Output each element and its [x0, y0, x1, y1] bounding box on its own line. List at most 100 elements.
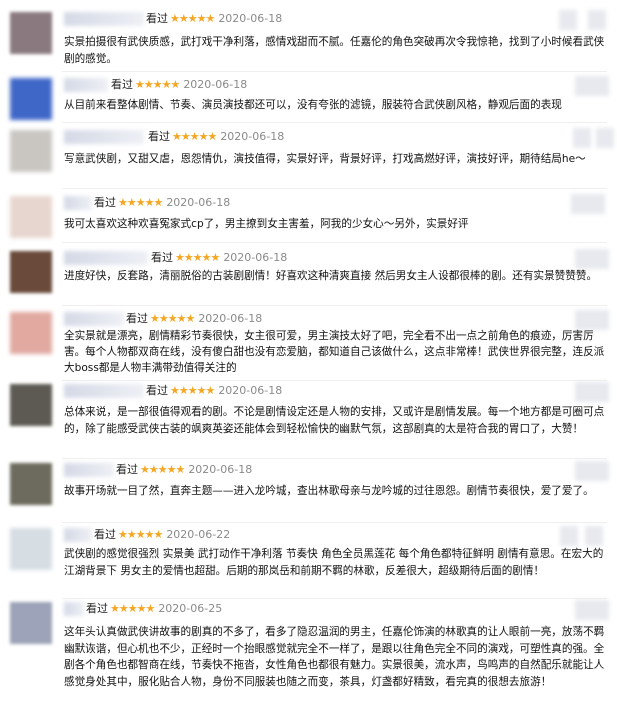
review-date: 2020-06-18: [218, 12, 283, 25]
like-button[interactable]: [575, 249, 609, 269]
review-text: 故事开场就一目了然，直奔主题——进入龙吟城，查出林歌母亲与龙吟城的过往恩怨。剧情…: [64, 485, 594, 497]
review-meta: 看过 ★★★★★ 2020-06-18: [146, 12, 282, 26]
seen-label: 看过: [146, 384, 168, 397]
more-button[interactable]: [596, 128, 614, 148]
review-item: 看过 ★★★★★ 2020-06-18 总体来说，是一部很值得观看的剧。不论是剧情设…: [0, 382, 617, 457]
rating-stars: ★★★★★: [175, 251, 220, 264]
divider: [62, 522, 607, 523]
review-date: 2020-06-18: [223, 251, 288, 264]
rating-stars: ★★★★★: [118, 196, 163, 209]
rating-stars: ★★★★★: [172, 130, 217, 143]
review-text: 武侠剧的感觉很强烈 实景美 武打动作干净利落 节奏快 角色全员黑莲花 每个角色都…: [64, 548, 604, 577]
like-button[interactable]: [573, 128, 591, 148]
seen-label: 看过: [86, 602, 108, 615]
username[interactable]: [64, 12, 144, 26]
username[interactable]: [64, 312, 124, 326]
review-text: 从目前来看整体剧情、节奏、演员演技都还可以，没有夸张的滤镜，服装符合武侠剧风格，…: [64, 99, 562, 111]
username[interactable]: [64, 602, 84, 616]
username[interactable]: [64, 196, 92, 210]
like-button[interactable]: [560, 526, 578, 546]
username[interactable]: [64, 78, 108, 92]
like-button[interactable]: [571, 194, 605, 214]
username[interactable]: [64, 384, 144, 398]
review-item: 看过 ★★★★★ 2020-06-18 故事开场就一目了然，直奔主题——进入龙吟城，…: [0, 461, 617, 521]
review-meta: 看过 ★★★★★ 2020-06-18: [151, 251, 287, 265]
avatar[interactable]: [10, 463, 52, 505]
seen-label: 看过: [94, 196, 116, 209]
like-button[interactable]: [575, 76, 609, 96]
review-date: 2020-06-18: [198, 312, 263, 325]
username[interactable]: [64, 130, 144, 144]
rating-stars: ★★★★★: [118, 528, 163, 541]
review-meta: 看过 ★★★★★ 2020-06-18: [94, 196, 230, 210]
review-item: 看过 ★★★★★ 2020-06-25 这年头认真做武侠讲故事的剧真的不多了，看多了…: [0, 600, 617, 718]
review-text: 实景拍摄很有武侠质感，武打戏干净利落，感情戏甜而不腻。任嘉伦的角色突破再次令我惊…: [64, 36, 605, 65]
rating-stars: ★★★★★: [170, 384, 215, 397]
avatar[interactable]: [10, 12, 52, 54]
rating-stars: ★★★★★: [150, 312, 195, 325]
review-meta: 看过 ★★★★★ 2020-06-18: [111, 78, 247, 92]
divider: [62, 380, 607, 381]
seen-label: 看过: [151, 251, 173, 264]
review-meta: 看过 ★★★★★ 2020-06-18: [148, 130, 284, 144]
avatar[interactable]: [10, 602, 52, 644]
review-item: 看过 ★★★★★ 2020-06-18 我可太喜欢这种欢喜冤家式cp了，男主撩到女主…: [0, 194, 617, 239]
review-date: 2020-06-18: [220, 130, 285, 143]
seen-label: 看过: [94, 528, 116, 541]
review-item: 看过 ★★★★★ 2020-06-18 实景拍摄很有武侠质感，武打戏干净利落，感情戏…: [0, 10, 617, 70]
rating-stars: ★★★★★: [110, 602, 155, 615]
rating-stars: ★★★★★: [170, 12, 215, 25]
review-date: 2020-06-18: [188, 463, 253, 476]
review-date: 2020-06-18: [183, 78, 248, 91]
review-date: 2020-06-25: [158, 602, 223, 615]
seen-label: 看过: [116, 463, 138, 476]
review-meta: 看过 ★★★★★ 2020-06-18: [116, 463, 252, 477]
username[interactable]: [64, 251, 148, 265]
review-date: 2020-06-18: [218, 384, 283, 397]
review-text: 全实景就是漂亮，剧情精彩节奏很快，女主很可爱，男主演技太好了吧，完全看不出一点之…: [64, 330, 605, 374]
review-text: 写意武侠剧，又甜又虐，恩怨情仇，演技值得，实景好评，背景好评，打戏高燃好评，演技…: [64, 153, 586, 165]
like-button[interactable]: [575, 382, 609, 402]
like-button[interactable]: [559, 10, 577, 30]
avatar[interactable]: [10, 130, 52, 172]
review-meta: 看过 ★★★★★ 2020-06-25: [86, 602, 222, 616]
avatar[interactable]: [10, 528, 52, 570]
avatar[interactable]: [10, 78, 52, 120]
review-item: 看过 ★★★★★ 2020-06-18 进度好快，反套路，清丽脱俗的古装剧剧情！好喜…: [0, 249, 617, 305]
review-item: 看过 ★★★★★ 2020-06-18 从目前来看整体剧情、节奏、演员演技都还可以，…: [0, 76, 617, 121]
rating-stars: ★★★★★: [140, 463, 185, 476]
username[interactable]: [64, 463, 114, 477]
review-meta: 看过 ★★★★★ 2020-06-18: [126, 312, 262, 326]
like-button[interactable]: [575, 600, 609, 620]
review-date: 2020-06-22: [166, 528, 231, 541]
divider: [62, 188, 607, 189]
like-button[interactable]: [575, 310, 609, 330]
seen-label: 看过: [146, 12, 168, 25]
avatar[interactable]: [10, 312, 52, 354]
more-button[interactable]: [585, 526, 603, 546]
more-button[interactable]: [588, 10, 606, 30]
divider: [62, 122, 607, 123]
divider: [62, 242, 607, 243]
seen-label: 看过: [111, 78, 133, 91]
like-button[interactable]: [575, 461, 609, 481]
avatar[interactable]: [10, 384, 52, 426]
username[interactable]: [64, 528, 92, 542]
review-item: 看过 ★★★★★ 2020-06-18 写意武侠剧，又甜又虐，恩怨情仇，演技值得，实…: [0, 128, 617, 183]
review-text: 我可太喜欢这种欢喜冤家式cp了，男主撩到女主害羞，阿我的少女心～另外，实景好评: [64, 218, 469, 230]
avatar[interactable]: [10, 251, 52, 293]
review-item: 看过 ★★★★★ 2020-06-18 全实景就是漂亮，剧情精彩节奏很快，女主很可爱…: [0, 310, 617, 382]
review-meta: 看过 ★★★★★ 2020-06-22: [94, 528, 230, 542]
review-meta: 看过 ★★★★★ 2020-06-18: [146, 384, 282, 398]
review-text: 这年头认真做武侠讲故事的剧真的不多了，看多了隐忍温润的男主，任嘉伦饰演的林歌真的…: [64, 626, 605, 688]
review-item: 看过 ★★★★★ 2020-06-22 武侠剧的感觉很强烈 实景美 武打动作干净利落…: [0, 526, 617, 596]
avatar[interactable]: [10, 196, 52, 238]
seen-label: 看过: [148, 130, 170, 143]
divider: [62, 71, 607, 72]
review-text: 总体来说，是一部很值得观看的剧。不论是剧情设定还是人物的安排，又或许是剧情发展。…: [64, 406, 605, 435]
review-text: 进度好快，反套路，清丽脱俗的古装剧剧情！好喜欢这种清爽直接 然后男女主人设都很棒…: [64, 270, 598, 282]
seen-label: 看过: [126, 312, 148, 325]
divider: [62, 598, 607, 599]
divider: [62, 458, 607, 459]
divider: [62, 305, 607, 306]
